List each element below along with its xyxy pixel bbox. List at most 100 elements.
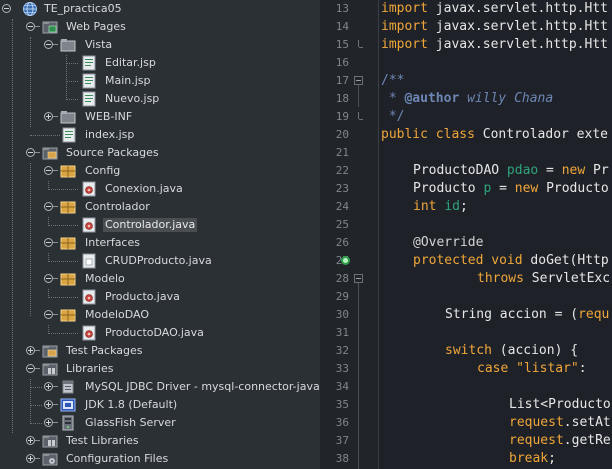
tree-item-controlador[interactable]: Controlador [0, 198, 320, 216]
line-number: 33 [335, 362, 349, 375]
line-number: 23 [335, 182, 349, 195]
code-editor[interactable]: 13 14 15 16 17 18 19 20 21 22 23 24 25 2… [320, 0, 612, 469]
line-number: 28 [335, 272, 349, 285]
collapse-toggle[interactable] [26, 22, 35, 31]
keyword: case [477, 361, 509, 376]
tree-item-jdk[interactable]: JDK 1.8 (Default) [0, 396, 320, 414]
collapse-toggle[interactable] [44, 40, 53, 49]
tree-item-vista[interactable]: Vista [0, 36, 320, 54]
line-number: 32 [335, 344, 349, 357]
tree-item-test-libraries[interactable]: Test Libraries [0, 432, 320, 450]
line-number: 25 [335, 218, 349, 231]
code-line-36: request.setAt [509, 414, 611, 432]
collapse-toggle[interactable] [44, 202, 53, 211]
line-number: 29 [335, 290, 349, 303]
collapse-toggle[interactable] [44, 310, 53, 319]
folder-icon [60, 39, 76, 52]
package-icon [60, 309, 76, 322]
tree-item-configuration-files[interactable]: Configuration Files [0, 450, 320, 468]
code-line-14: import javax.servlet.http.Htt [381, 18, 608, 36]
line-number: 20 [335, 128, 349, 141]
tree-item-config[interactable]: Config [0, 162, 320, 180]
line-number: 21 [335, 146, 349, 159]
line-number: 14 [335, 20, 349, 33]
line-number: 35 [335, 398, 349, 411]
collapse-toggle[interactable] [44, 238, 53, 247]
tree-item-productodao-java[interactable]: ProductoDAO.java [0, 324, 320, 342]
fold-end-marker [358, 112, 363, 120]
collapse-toggle[interactable] [2, 4, 11, 13]
tree-item-source-packages[interactable]: Source Packages [0, 144, 320, 162]
tree-item-controlador-java[interactable]: Controlador.java [0, 216, 320, 234]
code-line-18: * @author willy Chana [381, 90, 553, 108]
code-text: requ [578, 307, 610, 322]
keyword: class [435, 127, 475, 142]
tree-item-modelodao[interactable]: ModeloDAO [0, 306, 320, 324]
configuration-files-icon [42, 453, 58, 466]
tree-item-label: Editar.jsp [105, 56, 156, 69]
tree-item-nuevo-jsp[interactable]: Nuevo.jsp [0, 90, 320, 108]
code-text: ; [548, 451, 556, 466]
tree-item-conexion-java[interactable]: Conexion.java [0, 180, 320, 198]
tree-item-test-packages[interactable]: Test Packages [0, 342, 320, 360]
tree-item-index-jsp[interactable]: index.jsp [0, 126, 320, 144]
expand-toggle[interactable] [26, 454, 35, 463]
keyword: throws [477, 271, 524, 286]
code-text: javax.servlet.http.Htt [427, 37, 608, 52]
expand-toggle[interactable] [44, 112, 53, 121]
tree-item-label: Producto.java [105, 290, 180, 303]
code-line-17: /** [381, 73, 405, 88]
folder-icon [60, 111, 76, 124]
code-line-27: protected void doGet(Http [413, 252, 609, 270]
fold-toggle[interactable] [354, 76, 363, 85]
libraries-icon [42, 435, 58, 448]
tree-item-project[interactable]: TE_practica05 [0, 0, 320, 18]
tree-item-libraries[interactable]: Libraries [0, 360, 320, 378]
expand-toggle[interactable] [26, 436, 35, 445]
tree-item-web-pages[interactable]: Web Pages [0, 18, 320, 36]
tree-item-interfaces[interactable]: Interfaces [0, 234, 320, 252]
tree-item-editar-jsp[interactable]: Editar.jsp [0, 54, 320, 72]
collapse-toggle[interactable] [26, 148, 35, 157]
tree-item-label-selected: Controlador.java [103, 218, 198, 232]
code-text: ServletExc [523, 271, 611, 286]
code-text: Pr [585, 163, 609, 178]
collapse-toggle[interactable] [44, 274, 53, 283]
code-line-15: import javax.servlet.http.Htt [381, 36, 608, 54]
collapse-toggle[interactable] [26, 364, 35, 373]
package-icon [60, 273, 76, 286]
tree-item-glassfish[interactable]: GlassFish Server [0, 414, 320, 432]
expand-toggle[interactable] [44, 418, 53, 427]
tree-item-web-inf[interactable]: WEB-INF [0, 108, 320, 126]
expand-toggle[interactable] [44, 400, 53, 409]
override-marker-icon[interactable] [341, 256, 350, 265]
code-line-20: public class Controlador exte [381, 126, 608, 144]
code-line-19: */ [381, 109, 405, 124]
keyword: void [491, 253, 523, 268]
tree-item-mysql-driver[interactable]: MySQL JDBC Driver - mysql-connector-java… [0, 378, 320, 396]
expand-toggle[interactable] [44, 382, 53, 391]
tree-item-label: index.jsp [85, 128, 135, 141]
comment: * [381, 91, 405, 106]
code-line-22: ProductoDAO pdao = new Pr [413, 162, 609, 180]
line-number: 15 [335, 38, 349, 51]
tree-item-modelo[interactable]: Modelo [0, 270, 320, 288]
code-text: String accion = ( [445, 307, 579, 322]
line-number-gutter: 13 14 15 16 17 18 19 20 21 22 23 24 25 2… [320, 0, 379, 469]
field: id [444, 199, 460, 214]
tree-item-label: Modelo [85, 272, 125, 285]
collapse-toggle[interactable] [44, 166, 53, 175]
fold-toggle[interactable] [354, 274, 363, 283]
tree-item-label: JDK 1.8 (Default) [85, 398, 178, 411]
code-line-24: int id; [413, 198, 468, 216]
keyword: public [381, 127, 428, 142]
code-text: (accion) { [491, 343, 579, 358]
code-text: : [578, 361, 587, 376]
tree-item-producto-java[interactable]: Producto.java [0, 288, 320, 306]
expand-toggle[interactable] [26, 346, 35, 355]
keyword: import [381, 37, 428, 52]
tree-item-crudproducto-java[interactable]: CRUDProducto.java [0, 252, 320, 270]
tree-item-main-jsp[interactable]: Main.jsp [0, 72, 320, 90]
java-file-icon [82, 217, 96, 233]
code-text: javax.servlet.http.Htt [427, 1, 608, 16]
